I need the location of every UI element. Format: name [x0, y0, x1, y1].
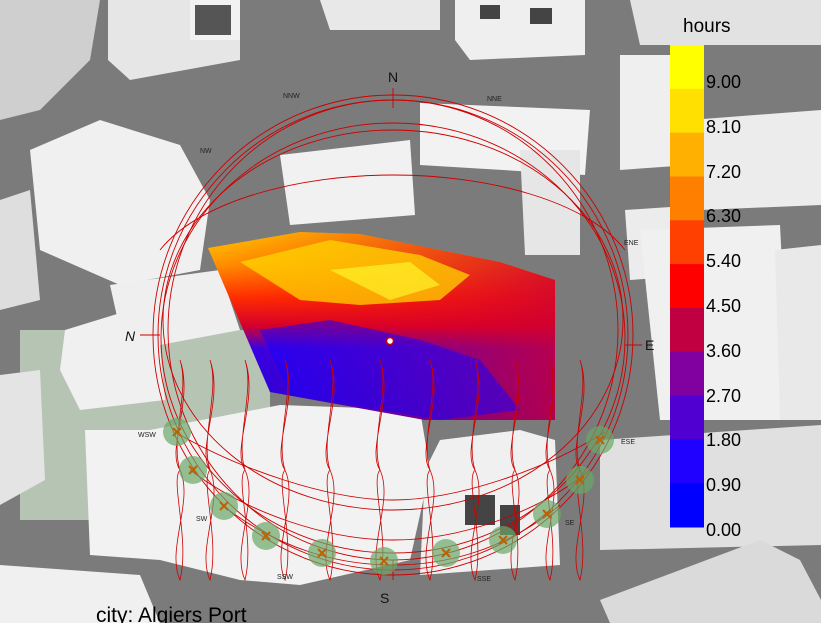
compass-ene-label: ENE	[624, 240, 639, 247]
compass-nnw-label: NNW	[283, 93, 300, 100]
sun-position-marker	[489, 526, 517, 554]
legend-label: 1.80	[706, 430, 742, 451]
compass-south-label: S	[380, 590, 390, 606]
legend-label: 3.60	[706, 340, 742, 361]
compass-ese-label: ESE	[621, 439, 636, 446]
legend-color-bar	[670, 45, 704, 528]
sun-position-marker	[586, 426, 614, 454]
compass-sse-label: SSE	[477, 576, 492, 583]
compass-east-label: E	[645, 337, 655, 353]
legend-swatch	[670, 88, 704, 134]
scene-canvas	[0, 0, 821, 623]
legend-label: 6.30	[706, 206, 742, 227]
compass-nne-label: NNE	[487, 96, 502, 103]
legend-swatch	[670, 264, 704, 309]
legend-label: 0.90	[706, 475, 742, 496]
city-caption: city: Algiers Port	[96, 604, 247, 623]
legend-swatch	[670, 176, 704, 221]
legend-swatch	[670, 395, 704, 440]
compass-west-label: N	[125, 328, 136, 344]
compass-se-label: SE	[565, 520, 575, 527]
legend-swatch	[670, 132, 704, 177]
compass-north-label: N	[388, 69, 399, 85]
legend-swatch	[670, 45, 704, 90]
sun-position-marker	[308, 539, 336, 567]
legend-label: 0.00	[706, 520, 742, 540]
legend-swatch	[670, 351, 704, 397]
legend-label: 4.50	[706, 296, 742, 316]
sun-analysis-viewport[interactable]: N S E N NNW NNE NW ENE WSW ESE SW SE SSW…	[0, 0, 821, 623]
compass-wsw-label: WSW	[138, 432, 156, 439]
legend-title: hours	[683, 16, 731, 37]
legend-swatch	[670, 220, 704, 265]
sun-position-marker	[210, 492, 238, 520]
sun-position-marker	[432, 539, 460, 567]
sun-position-marker	[179, 456, 207, 484]
sun-position-marker	[533, 500, 561, 528]
compass-nw-label: NW	[200, 148, 212, 155]
sun-position-marker	[252, 522, 280, 550]
sun-position-marker	[566, 466, 594, 494]
sun-position-marker	[163, 418, 191, 446]
legend-swatch	[670, 307, 704, 353]
legend-label: 5.40	[706, 251, 742, 272]
legend-label: 7.20	[706, 161, 742, 182]
sun-position-marker	[370, 547, 398, 575]
compass-sw-label: SW	[196, 516, 208, 523]
legend-swatch	[670, 439, 704, 484]
legend-label: 8.10	[706, 116, 742, 137]
legend-label: 9.00	[706, 72, 742, 92]
legend-label: 2.70	[706, 385, 742, 406]
legend-swatch	[670, 483, 704, 528]
compass-ssw-label: SSW	[277, 574, 293, 581]
